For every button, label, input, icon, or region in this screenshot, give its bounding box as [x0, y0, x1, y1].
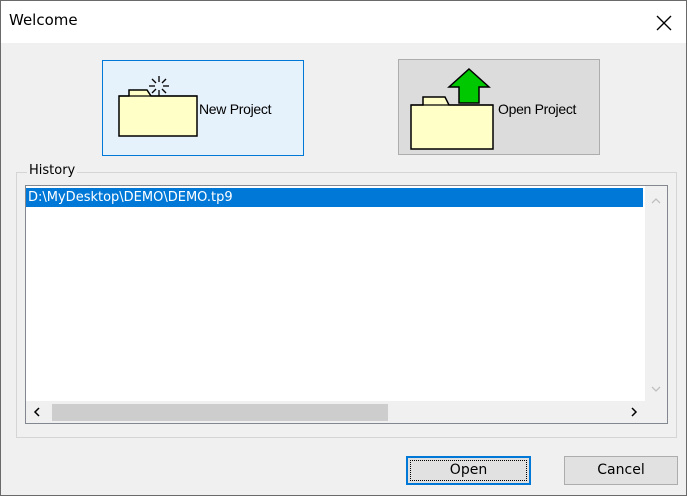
history-label: History [27, 163, 78, 178]
new-folder-icon [118, 76, 198, 137]
vertical-scrollbar[interactable] [645, 186, 667, 401]
scrollbar-corner [645, 401, 667, 423]
open-folder-icon [410, 67, 494, 150]
open-button[interactable]: Open [406, 456, 531, 485]
close-button[interactable] [642, 1, 686, 43]
cancel-button-label: Cancel [597, 462, 645, 478]
horizontal-scroll-thumb[interactable] [52, 404, 388, 421]
welcome-dialog: Welcome New Project Open Project History… [0, 0, 687, 496]
history-list[interactable]: D:\MyDesktop\DEMO\DEMO.tp9 [25, 185, 668, 424]
scroll-left-icon[interactable] [28, 401, 48, 423]
open-project-label: Open Project [498, 101, 577, 117]
horizontal-scrollbar[interactable] [26, 401, 646, 423]
open-project-button[interactable]: Open Project [398, 59, 600, 155]
cancel-button[interactable]: Cancel [564, 456, 678, 485]
focus-rectangle [410, 460, 527, 481]
close-icon [656, 15, 672, 31]
scroll-down-icon[interactable] [645, 380, 667, 397]
window-title: Welcome [9, 11, 78, 29]
history-item[interactable]: D:\MyDesktop\DEMO\DEMO.tp9 [26, 188, 643, 207]
title-bar: Welcome [1, 1, 686, 43]
scroll-up-icon[interactable] [645, 192, 667, 209]
scroll-right-icon[interactable] [624, 401, 644, 423]
new-project-label: New Project [199, 101, 272, 117]
new-project-button[interactable]: New Project [102, 60, 304, 156]
